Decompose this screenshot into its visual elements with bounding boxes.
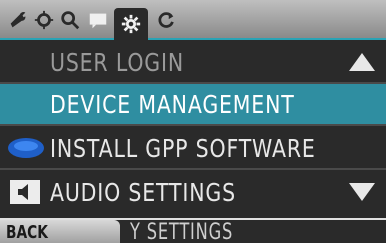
menu-item-label: AUDIO SETTINGS bbox=[50, 177, 236, 207]
menu-item-device-management[interactable]: DEVICE MANAGEMENT bbox=[0, 84, 386, 124]
gear-icon bbox=[121, 14, 141, 34]
menu-item-partial[interactable]: Y SETTINGS bbox=[130, 220, 256, 243]
tools-icon bbox=[34, 10, 54, 30]
menu-item-label: USER LOGIN bbox=[50, 47, 185, 77]
search-icon bbox=[61, 11, 80, 30]
refresh-icon bbox=[158, 12, 174, 28]
scroll-down-button[interactable] bbox=[342, 177, 382, 207]
back-button[interactable]: BACK bbox=[0, 220, 120, 243]
tab-bar bbox=[0, 0, 386, 40]
speaker-icon bbox=[6, 177, 46, 207]
tab-wrench[interactable] bbox=[4, 4, 32, 36]
divider bbox=[0, 124, 386, 126]
tab-tools[interactable] bbox=[30, 4, 58, 36]
divider bbox=[0, 168, 386, 170]
menu-item-user-login[interactable]: USER LOGIN bbox=[0, 42, 386, 82]
tab-message[interactable] bbox=[84, 4, 112, 36]
menu-item-label: INSTALL GPP SOFTWARE bbox=[50, 133, 316, 163]
tab-search[interactable] bbox=[56, 4, 84, 36]
bottom-bar: BACK Y SETTINGS bbox=[0, 218, 386, 243]
menu-item-label: Y SETTINGS bbox=[130, 220, 234, 243]
message-icon bbox=[89, 13, 107, 29]
tab-settings[interactable] bbox=[114, 8, 148, 40]
blue-disc-icon bbox=[6, 133, 46, 163]
back-button-label: BACK bbox=[6, 222, 48, 243]
device-screen: USER LOGIN DEVICE MANAGEMENT INSTALL GPP… bbox=[0, 0, 386, 243]
down-arrow-icon bbox=[349, 183, 375, 201]
scroll-up-button[interactable] bbox=[342, 47, 382, 77]
up-arrow-icon bbox=[349, 53, 375, 71]
menu-item-audio-settings[interactable]: AUDIO SETTINGS bbox=[0, 172, 386, 212]
menu-item-install-gpp-software[interactable]: INSTALL GPP SOFTWARE bbox=[0, 128, 386, 168]
menu-item-label: DEVICE MANAGEMENT bbox=[50, 89, 295, 119]
tab-refresh[interactable] bbox=[152, 4, 180, 36]
wrench-icon bbox=[10, 12, 26, 28]
